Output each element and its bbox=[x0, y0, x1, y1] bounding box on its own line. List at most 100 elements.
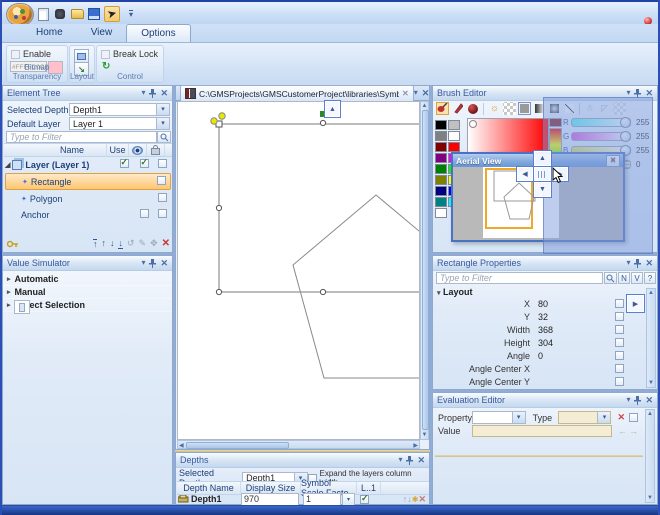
prev-arrow-icon[interactable]: ← bbox=[618, 426, 627, 436]
visible-checkbox[interactable] bbox=[140, 159, 149, 168]
horizontal-scrollbar-thumb[interactable] bbox=[186, 442, 289, 449]
scale-spinner-button[interactable]: ▾ bbox=[342, 493, 355, 506]
solid-fill-option[interactable] bbox=[518, 102, 531, 115]
default-layer-dropdown[interactable]: Layer 1▾ bbox=[69, 117, 170, 130]
layout-save-icon[interactable] bbox=[74, 49, 89, 63]
close-icon[interactable]: ✕ bbox=[160, 259, 168, 267]
dock-right-guide[interactable]: ▶ bbox=[626, 294, 645, 313]
move-icon[interactable]: ✥ bbox=[150, 238, 158, 249]
application-menu-button[interactable] bbox=[6, 3, 34, 26]
solid-brush-tool[interactable] bbox=[436, 102, 449, 115]
pin-icon[interactable] bbox=[634, 396, 641, 405]
dock-guide-up[interactable]: ▲ bbox=[533, 150, 552, 167]
gradient-ball-tool[interactable] bbox=[466, 102, 479, 115]
menu-icon[interactable]: ▾ bbox=[626, 259, 630, 267]
tree-row-rectangle[interactable]: ✦ Rectangle bbox=[5, 173, 171, 190]
scroll-down-icon[interactable]: ▼ bbox=[646, 495, 654, 501]
menu-icon[interactable]: ▾ bbox=[398, 456, 402, 464]
vertical-scrollbar[interactable]: ▲ ▼ bbox=[420, 101, 429, 440]
close-tab-icon[interactable]: ✕ bbox=[402, 89, 409, 98]
undo-icon[interactable]: ↺ bbox=[127, 238, 135, 249]
move-down-icon[interactable]: ↓ bbox=[110, 239, 115, 248]
name-filter-button[interactable]: N bbox=[618, 272, 630, 284]
palette-swatch[interactable] bbox=[435, 208, 447, 218]
lock-checkbox[interactable] bbox=[158, 159, 167, 168]
drawing-canvas[interactable] bbox=[177, 101, 420, 440]
paint-icon[interactable]: ✎ bbox=[139, 238, 147, 249]
column-visible[interactable] bbox=[129, 144, 147, 156]
close-document-icon[interactable]: ✕ bbox=[422, 89, 430, 97]
depth-row[interactable]: Depth1 970 1 ▾ ↑ ↓ ✱ ✕ bbox=[178, 493, 428, 505]
display-size-cell[interactable]: 970 bbox=[241, 493, 299, 506]
visible-checkbox[interactable] bbox=[140, 209, 149, 218]
tab-home[interactable]: Home bbox=[22, 24, 77, 42]
properties-scrollbar[interactable]: ▲ ▼ bbox=[646, 288, 656, 388]
menu-icon[interactable]: ▾ bbox=[626, 89, 630, 97]
scroll-down-icon[interactable]: ▼ bbox=[421, 432, 428, 438]
key-icon[interactable] bbox=[7, 239, 19, 249]
scroll-up-icon[interactable]: ▲ bbox=[646, 411, 654, 417]
palette-swatch[interactable] bbox=[435, 142, 447, 152]
pan-tool-button[interactable] bbox=[53, 7, 67, 21]
evaluate-checkbox[interactable] bbox=[615, 312, 624, 321]
tree-row-layer[interactable]: ◢ Layer (Layer 1) bbox=[5, 156, 171, 173]
l1-checkbox[interactable] bbox=[360, 495, 369, 504]
help-button[interactable]: ? bbox=[644, 272, 656, 284]
scale-factor-cell[interactable]: 1 bbox=[303, 493, 341, 506]
close-icon[interactable]: ✕ bbox=[645, 396, 653, 404]
enable-checkbox[interactable] bbox=[11, 50, 20, 59]
delete-icon[interactable]: ✕ bbox=[162, 238, 170, 249]
property-row-width[interactable]: Width368 bbox=[434, 323, 624, 336]
value-field[interactable] bbox=[472, 425, 612, 437]
move-up-icon[interactable]: ↑ bbox=[101, 239, 106, 248]
selected-depth-dropdown[interactable]: Depth1▾ bbox=[69, 103, 170, 116]
evaluate-checkbox[interactable] bbox=[615, 338, 624, 347]
tree-row-polygon[interactable]: ✦ Polygon bbox=[5, 190, 171, 207]
column-lock[interactable] bbox=[147, 144, 165, 156]
tab-options[interactable]: Options bbox=[126, 24, 190, 42]
palette-swatch[interactable] bbox=[435, 164, 447, 174]
no-fill-option[interactable] bbox=[503, 102, 516, 115]
palette-swatch[interactable] bbox=[435, 153, 447, 163]
property-row-y[interactable]: Y32 bbox=[434, 310, 624, 323]
vertical-scrollbar-thumb[interactable] bbox=[422, 110, 429, 430]
clear-icon[interactable]: ✕ bbox=[617, 412, 625, 423]
pin-icon[interactable] bbox=[634, 259, 641, 268]
close-icon[interactable]: ✕ bbox=[417, 456, 425, 464]
break-lock-row[interactable]: Break Lock bbox=[101, 49, 158, 59]
break-lock-checkbox[interactable] bbox=[101, 50, 110, 59]
dock-guide-down[interactable]: ▼ bbox=[533, 181, 552, 198]
document-tab[interactable]: C:\GMSProjects\GMSCustomerProject\librar… bbox=[180, 85, 414, 101]
scroll-up-icon[interactable]: ▲ bbox=[421, 103, 428, 109]
layout-section-header[interactable]: ▾ Layout bbox=[437, 287, 473, 297]
simulator-item-manual[interactable]: ▸Manual bbox=[3, 286, 172, 299]
select-tool-button[interactable]: ➤ bbox=[104, 6, 120, 22]
save-button[interactable] bbox=[87, 7, 101, 21]
lock-checkbox[interactable] bbox=[158, 209, 167, 218]
palette-swatch[interactable] bbox=[448, 120, 460, 130]
property-dropdown[interactable]: ▾ bbox=[472, 411, 526, 424]
tree-row-anchor[interactable]: Anchor bbox=[5, 206, 171, 223]
delete-icon[interactable]: ✕ bbox=[418, 494, 426, 505]
move-to-top-icon[interactable]: ↑ bbox=[93, 239, 98, 249]
column-name[interactable]: Name bbox=[4, 144, 107, 156]
type-dropdown[interactable]: ▾ bbox=[558, 411, 612, 424]
value-filter-button[interactable]: V bbox=[631, 272, 643, 284]
dock-guide-center[interactable] bbox=[533, 166, 552, 182]
close-icon[interactable]: ✕ bbox=[645, 259, 653, 267]
lock-checkbox[interactable] bbox=[158, 193, 167, 202]
property-row-angle[interactable]: Angle0 bbox=[434, 349, 624, 362]
enable-checkbox-row[interactable]: Enable bbox=[11, 49, 51, 59]
evaluate-checkbox[interactable] bbox=[615, 364, 624, 373]
pin-icon[interactable] bbox=[149, 259, 156, 268]
expander-icon[interactable]: ◢ bbox=[5, 161, 10, 169]
evaluation-scrollbar[interactable]: ▲ ▼ bbox=[645, 409, 655, 503]
dock-guide-left[interactable]: ◀ bbox=[516, 166, 534, 182]
palette-swatch[interactable] bbox=[435, 186, 447, 196]
evaluate-checkbox[interactable] bbox=[615, 299, 624, 308]
column-use[interactable]: Use bbox=[107, 144, 129, 156]
palette-swatch[interactable] bbox=[435, 197, 447, 207]
horizontal-splitter[interactable] bbox=[175, 450, 430, 452]
refresh-icon[interactable]: ↻ bbox=[102, 61, 110, 72]
property-row-angle-center-x[interactable]: Angle Center X bbox=[434, 362, 624, 375]
